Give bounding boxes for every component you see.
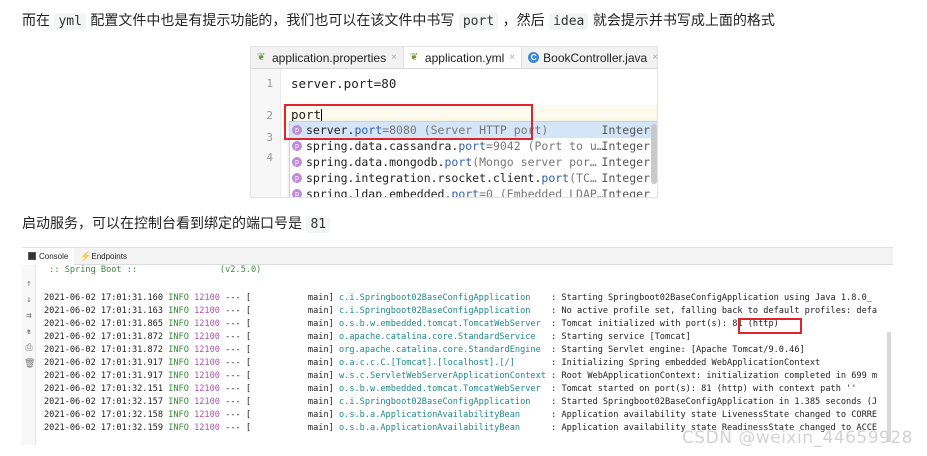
endpoints-icon: ⚡ <box>80 251 92 261</box>
scroll-to-end-icon[interactable]: ⇟ <box>24 327 34 337</box>
log-row: 2021-06-02 17:01:31.917 INFO 12100 --- [… <box>44 358 821 368</box>
paragraph-console-hint: 启动服务，可以在控制台看到绑定的端口号是 81 <box>22 213 331 236</box>
code-line-1[interactable]: server.port=80 <box>291 76 396 91</box>
print-icon[interactable]: ⎙ <box>24 343 34 353</box>
spring-boot-banner: :: Spring Boot :: (v2.5.0) <box>44 265 262 275</box>
suggestion-item[interactable]: p spring.ldap.embedded. port =0 (Embedded … <box>290 186 657 198</box>
console-icon <box>28 252 36 260</box>
inline-code-idea: idea <box>549 13 589 30</box>
inline-code-port: port <box>458 13 499 30</box>
console-scrollbar[interactable] <box>887 332 891 442</box>
console-side-toolbar: ↑ ↓ ⇉ ⇟ ⎙ 🗑 <box>22 265 36 445</box>
log-row: 2021-06-02 17:01:31.872 INFO 12100 --- [… <box>44 332 691 342</box>
spring-leaf-icon: ❦ <box>409 52 419 63</box>
inline-code-port-81: 81 <box>306 216 331 233</box>
line-number: 1 <box>266 77 273 90</box>
tab-endpoints[interactable]: ⚡ Endpoints <box>74 248 133 265</box>
close-icon[interactable]: × <box>391 52 397 63</box>
log-row: 2021-06-02 17:01:31.917 INFO 12100 --- [… <box>44 371 878 381</box>
suggestion-type: Integer <box>601 123 650 137</box>
log-row: 2021-06-02 17:01:32.151 INFO 12100 --- [… <box>44 384 857 394</box>
paragraph-text: 启动服务，可以在控制台看到绑定的端口号是 <box>22 216 307 232</box>
paragraph-text: 配置文件中也是有提示功能的，我们也可以在该文件中书写 <box>85 13 459 29</box>
paragraph-yml-hint: 而在 yml 配置文件中也是有提示功能的，我们也可以在该文件中书写 port ，… <box>22 10 775 33</box>
tab-label: application.properties <box>272 50 387 65</box>
highlight-box <box>284 104 533 140</box>
suggestion-type: Integer <box>601 139 650 153</box>
tab-application-yml[interactable]: ❦ application.yml × <box>403 47 523 68</box>
line-number-gutter: 1 2 3 4 <box>251 69 281 197</box>
close-icon[interactable]: × <box>652 52 657 63</box>
watermark: CSDN @weixin_44659928 <box>681 428 913 448</box>
log-row: 2021-06-02 17:01:31.872 INFO 12100 --- [… <box>44 345 805 355</box>
scroll-down-icon[interactable]: ↓ <box>24 295 34 305</box>
class-c-icon: C <box>528 52 540 63</box>
trash-icon[interactable]: 🗑 <box>24 359 35 369</box>
suggestion-type: Integer <box>601 187 650 198</box>
suggestion-type: Integer <box>601 155 650 169</box>
log-row: 2021-06-02 17:01:32.157 INFO 12100 --- [… <box>44 397 878 407</box>
tab-label: Console <box>39 251 69 261</box>
log-row: 2021-06-02 17:01:31.160 INFO 12100 --- [… <box>44 293 872 303</box>
log-row: 2021-06-02 17:01:32.158 INFO 12100 --- [… <box>44 410 878 420</box>
console-screenshot: Console ⚡ Endpoints ↑ ↓ ⇉ ⇟ ⎙ 🗑 :: Sprin… <box>22 247 893 445</box>
inline-code-yml: yml <box>54 13 86 30</box>
tab-console[interactable]: Console <box>22 248 75 265</box>
soft-wrap-icon[interactable]: ⇉ <box>24 311 34 321</box>
close-icon[interactable]: × <box>509 52 515 63</box>
suggestion-item[interactable]: p spring.integration.rsocket.client. port… <box>290 170 657 186</box>
tab-label: Endpoints <box>91 251 127 261</box>
property-icon: p <box>292 173 302 183</box>
suggestion-item[interactable]: p spring.data.cassandra. port =9042 (Port … <box>290 138 657 154</box>
tab-application-properties[interactable]: ❦ application.properties × <box>251 47 404 68</box>
tab-label: BookController.java <box>543 50 648 65</box>
scroll-up-icon[interactable]: ↑ <box>24 279 34 289</box>
spring-leaf-icon: ❦ <box>257 52 266 63</box>
paragraph-text: 而在 <box>22 13 55 29</box>
suggestion-type: Integer <box>601 171 650 185</box>
tab-bookcontroller-java[interactable]: C BookController.java × <box>522 47 657 68</box>
log-row: 2021-06-02 17:01:31.163 INFO 12100 --- [… <box>44 306 878 316</box>
popup-scrollbar[interactable] <box>651 124 657 184</box>
console-tab-bar: Console ⚡ Endpoints <box>22 248 893 265</box>
suggestion-item[interactable]: p spring.data.mongodb. port (Mongo server… <box>290 154 657 170</box>
highlight-box <box>738 318 802 334</box>
line-number: 3 <box>266 131 273 144</box>
property-icon: p <box>292 141 302 151</box>
property-icon: p <box>292 157 302 167</box>
tab-label: application.yml <box>424 50 505 65</box>
line-number: 2 <box>266 109 273 122</box>
editor-tab-bar: ❦ application.properties × ❦ application… <box>251 47 657 69</box>
paragraph-text: ，然后 <box>498 13 550 29</box>
line-number: 4 <box>266 151 273 164</box>
paragraph-text: 就会提示并书写成上面的格式 <box>588 13 775 29</box>
property-icon: p <box>292 189 302 197</box>
log-row: 2021-06-02 17:01:31.865 INFO 12100 --- [… <box>44 319 779 329</box>
